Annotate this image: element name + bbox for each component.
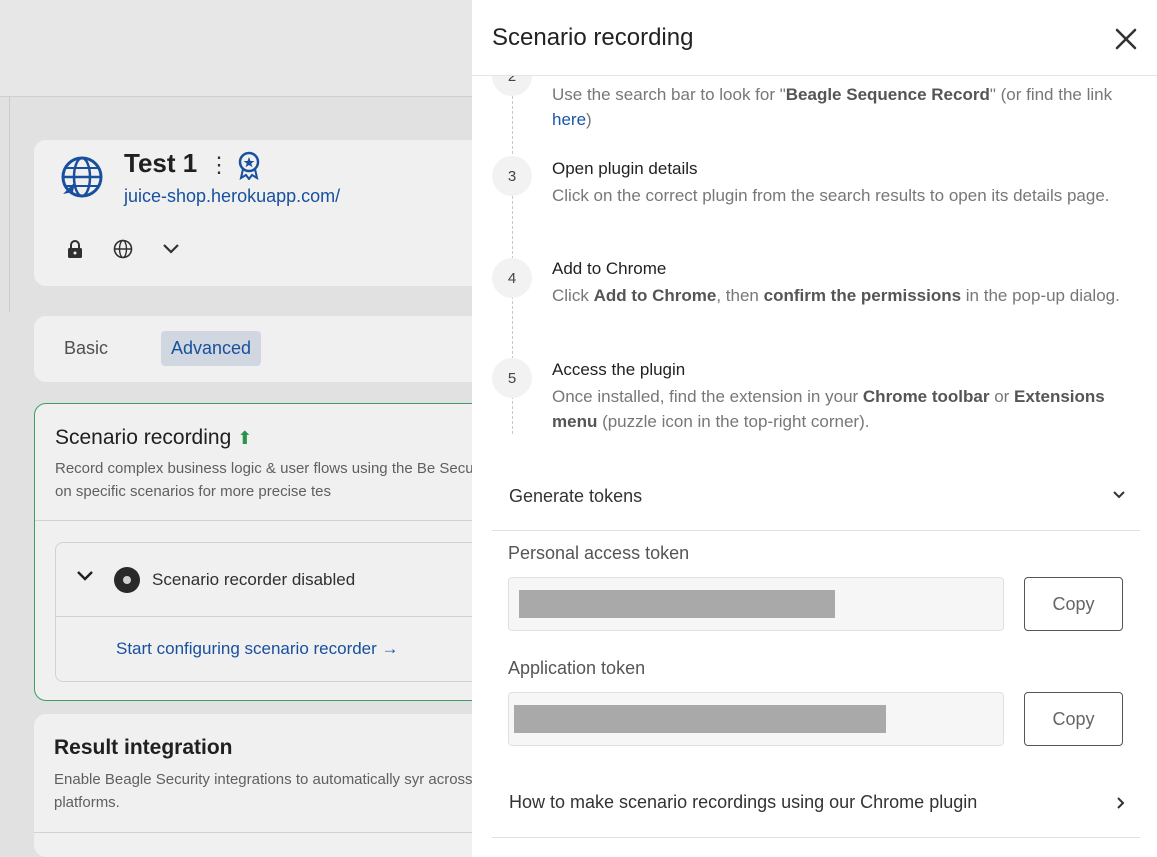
application-token-label: Application token [508,658,646,678]
personal-access-token-label: Personal access token [508,543,690,563]
step-text: ) [586,110,592,129]
step-5-body: Once installed, find the extension in yo… [552,384,1142,434]
step-text: " (or find the link [989,85,1113,104]
step-text-bold: Beagle Sequence Record [785,85,990,104]
step-text-bold: Add to Chrome [593,286,717,305]
step-text-bold: Chrome toolbar [862,387,990,406]
step-text: , then [716,286,764,305]
step-number: 3 [492,156,532,196]
step-3-body: Click on the correct plugin from the sea… [552,186,1110,205]
step-4-body: Click Add to Chrome, then confirm the pe… [552,283,1142,308]
drawer-title: Scenario recording [492,24,694,51]
step-text: Use the search bar to look for " [552,85,786,104]
step-text: (puzzle icon in the top-right corner). [597,412,870,431]
copy-application-token-button[interactable]: Copy [1024,692,1123,746]
step-text: Once installed, find the extension in yo… [552,387,863,406]
masked-token [519,590,835,618]
generate-tokens-label: Generate tokens [509,486,643,506]
how-to-label: How to make scenario recordings using ou… [509,792,978,812]
step-text: in the pop-up dialog. [961,286,1120,305]
application-token-field[interactable] [508,692,1004,746]
scenario-recording-drawer: Scenario recording 2 Use the search bar … [472,0,1157,857]
personal-access-token-field[interactable] [508,577,1004,631]
drawer-header: Scenario recording [472,0,1157,76]
close-icon[interactable] [1111,24,1141,54]
generate-tokens-accordion[interactable]: Generate tokens [492,466,1140,531]
chevron-right-icon[interactable] [1116,796,1126,810]
step-4-title: Add to Chrome [552,259,667,278]
step-number: 5 [492,358,532,398]
chevron-down-icon[interactable] [1112,490,1126,500]
how-to-accordion[interactable]: How to make scenario recordings using ou… [492,772,1140,838]
step-3-title: Open plugin details [552,159,698,178]
step-5-title: Access the plugin [552,360,686,379]
step-text: Click [552,286,594,305]
step-2-body: Use the search bar to look for "Beagle S… [552,82,1142,132]
masked-token [514,705,886,733]
step-number: 4 [492,258,532,298]
step-text-bold: confirm the permissions [763,286,962,305]
copy-personal-token-button[interactable]: Copy [1024,577,1123,631]
here-link[interactable]: here [552,110,586,129]
step-text: or [989,387,1015,406]
